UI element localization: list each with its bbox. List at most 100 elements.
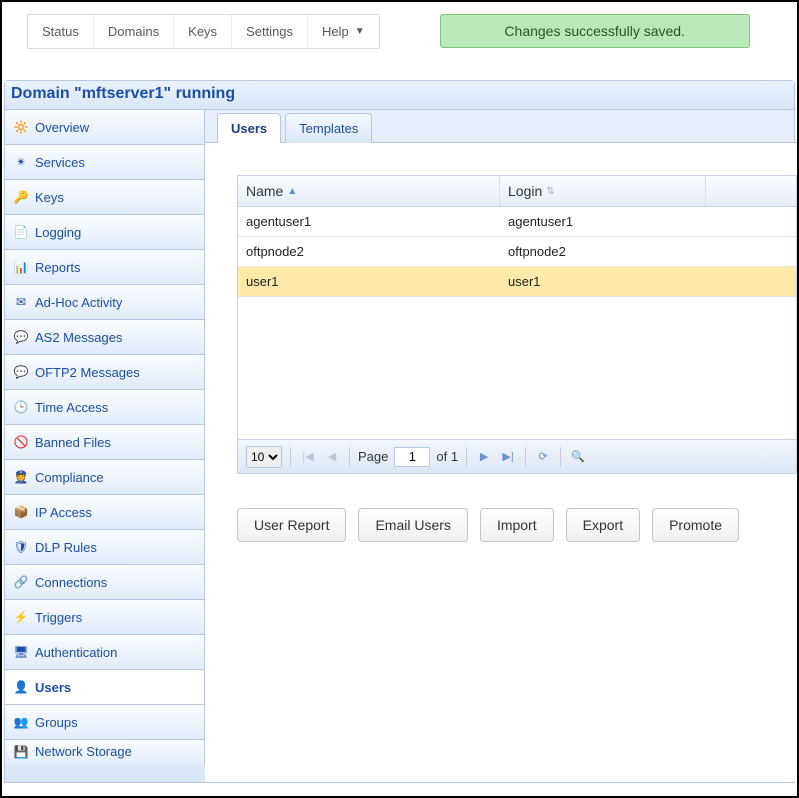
users-grid: Name▲ Login⇅ agentuser1agentuser1oftpnod…	[237, 175, 797, 474]
user-report-button[interactable]: User Report	[237, 508, 346, 542]
sidebar-item-reports-icon: 📊	[13, 259, 29, 275]
sidebar-item-label: IP Access	[35, 505, 92, 520]
sort-asc-icon: ▲	[287, 186, 297, 197]
sidebar-item-auth[interactable]: 🖥 Authentication	[5, 635, 205, 670]
menu-status[interactable]: Status	[28, 15, 93, 48]
sidebar: 🔆 Overview ✴ Services 🔑 Keys 📄 Logging 📊 Reports ✉…	[5, 110, 205, 782]
sidebar-item-label: Overview	[35, 120, 89, 135]
sidebar-item-keys[interactable]: 🔑 Keys	[5, 180, 205, 215]
panel-title: Domain "mftserver1" running	[5, 81, 794, 110]
cell-name: agentuser1	[238, 207, 500, 236]
sidebar-item-label: Connections	[35, 575, 107, 590]
cell-login: agentuser1	[500, 207, 706, 236]
import-button[interactable]: Import	[480, 508, 554, 542]
menu-keys[interactable]: Keys	[173, 15, 231, 48]
sidebar-item-label: Triggers	[35, 610, 82, 625]
table-row[interactable]: user1user1	[238, 267, 796, 297]
first-page-icon[interactable]: |◀	[299, 448, 317, 466]
sidebar-item-bannedfiles[interactable]: 🚫 Banned Files	[5, 425, 205, 460]
promote-button[interactable]: Promote	[652, 508, 739, 542]
sidebar-item-auth-icon: 🖥	[13, 644, 29, 660]
sidebar-item-connections[interactable]: 🔗 Connections	[5, 565, 205, 600]
success-alert: Changes successfully saved.	[440, 14, 750, 48]
sidebar-item-adhoc[interactable]: ✉ Ad-Hoc Activity	[5, 285, 205, 320]
sidebar-item-label: Services	[35, 155, 85, 170]
refresh-icon[interactable]: ⟳	[534, 448, 552, 466]
sidebar-item-triggers-icon: ⚡	[13, 609, 29, 625]
sidebar-item-keys-icon: 🔑	[13, 189, 29, 205]
sidebar-item-logging-icon: 📄	[13, 224, 29, 240]
col-name[interactable]: Name▲	[238, 176, 500, 206]
tab-templates[interactable]: Templates	[285, 113, 372, 143]
search-icon[interactable]: 🔍	[569, 448, 587, 466]
sidebar-item-label: Network Storage	[35, 744, 132, 759]
tab-users[interactable]: Users	[217, 113, 281, 143]
sidebar-item-groups[interactable]: 👥 Groups	[5, 705, 205, 740]
table-row[interactable]: agentuser1agentuser1	[238, 207, 796, 237]
sidebar-item-timeaccess[interactable]: 🕒 Time Access	[5, 390, 205, 425]
sidebar-item-adhoc-icon: ✉	[13, 294, 29, 310]
page-size-select[interactable]: 10	[246, 446, 282, 468]
sidebar-item-oftp2-icon: 💬	[13, 364, 29, 380]
page-label: Page	[358, 449, 388, 464]
cell-login: oftpnode2	[500, 237, 706, 266]
cell-login: user1	[500, 267, 706, 296]
sidebar-item-dlp-icon: 🛡	[13, 539, 29, 555]
sidebar-item-label: Authentication	[35, 645, 117, 660]
email-users-button[interactable]: Email Users	[358, 508, 467, 542]
last-page-icon[interactable]: ▶|	[499, 448, 517, 466]
sidebar-item-label: OFTP2 Messages	[35, 365, 140, 380]
sidebar-item-netstorage-icon: 💾	[13, 744, 29, 760]
sidebar-item-logging[interactable]: 📄 Logging	[5, 215, 205, 250]
col-spacer	[706, 176, 796, 206]
sidebar-item-compliance[interactable]: 👮 Compliance	[5, 460, 205, 495]
sidebar-item-label: Users	[35, 680, 71, 695]
sidebar-item-triggers[interactable]: ⚡ Triggers	[5, 600, 205, 635]
sidebar-item-label: Keys	[35, 190, 64, 205]
sidebar-item-label: Reports	[35, 260, 81, 275]
sidebar-item-users[interactable]: 👤 Users	[5, 670, 205, 705]
cell-name: user1	[238, 267, 500, 296]
sidebar-item-compliance-icon: 👮	[13, 469, 29, 485]
col-login[interactable]: Login⇅	[500, 176, 706, 206]
sidebar-item-label: Ad-Hoc Activity	[35, 295, 122, 310]
menu-domains[interactable]: Domains	[93, 15, 173, 48]
sidebar-item-label: Logging	[35, 225, 81, 240]
sidebar-item-overview-icon: 🔆	[13, 119, 29, 135]
sidebar-item-label: Time Access	[35, 400, 108, 415]
table-row[interactable]: oftpnode2oftpnode2	[238, 237, 796, 267]
sidebar-item-connections-icon: 🔗	[13, 574, 29, 590]
sidebar-item-ipaccess[interactable]: 📦 IP Access	[5, 495, 205, 530]
sort-icon: ⇅	[546, 186, 554, 197]
sidebar-item-services-icon: ✴	[13, 154, 29, 170]
page-total: of 1	[436, 449, 458, 464]
caret-down-icon: ▼	[355, 26, 365, 37]
sidebar-item-users-icon: 👤	[13, 679, 29, 695]
sidebar-item-ipaccess-icon: 📦	[13, 504, 29, 520]
sidebar-item-label: DLP Rules	[35, 540, 97, 555]
pager: 10 |◀ ◀ Page of 1 ▶ ▶| ⟳ �	[238, 439, 796, 473]
top-menu: Status Domains Keys Settings Help▼	[27, 14, 380, 49]
sidebar-item-label: Banned Files	[35, 435, 111, 450]
sidebar-item-dlp[interactable]: 🛡 DLP Rules	[5, 530, 205, 565]
sidebar-item-as2[interactable]: 💬 AS2 Messages	[5, 320, 205, 355]
sidebar-item-as2-icon: 💬	[13, 329, 29, 345]
prev-page-icon[interactable]: ◀	[323, 448, 341, 466]
sidebar-item-label: Groups	[35, 715, 78, 730]
sidebar-item-oftp2[interactable]: 💬 OFTP2 Messages	[5, 355, 205, 390]
next-page-icon[interactable]: ▶	[475, 448, 493, 466]
menu-help[interactable]: Help▼	[307, 15, 379, 48]
export-button[interactable]: Export	[566, 508, 640, 542]
sidebar-item-groups-icon: 👥	[13, 714, 29, 730]
sidebar-item-label: Compliance	[35, 470, 104, 485]
sidebar-item-label: AS2 Messages	[35, 330, 122, 345]
sidebar-item-services[interactable]: ✴ Services	[5, 145, 205, 180]
menu-settings[interactable]: Settings	[231, 15, 307, 48]
cell-name: oftpnode2	[238, 237, 500, 266]
sidebar-item-timeaccess-icon: 🕒	[13, 399, 29, 415]
sidebar-item-bannedfiles-icon: 🚫	[13, 434, 29, 450]
page-input[interactable]	[394, 447, 430, 467]
sidebar-item-netstorage[interactable]: 💾 Network Storage	[5, 740, 205, 766]
sidebar-item-overview[interactable]: 🔆 Overview	[5, 110, 205, 145]
sidebar-item-reports[interactable]: 📊 Reports	[5, 250, 205, 285]
